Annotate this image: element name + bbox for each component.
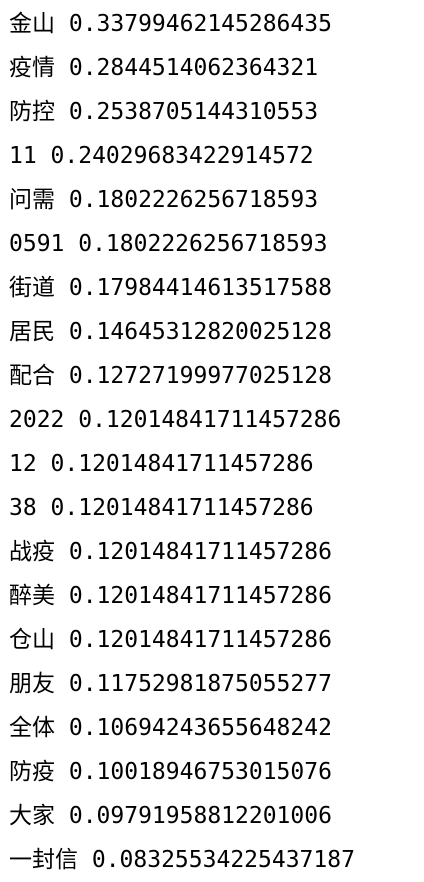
output-line: 0591 0.1802226256718593 [9,231,328,257]
output-line: 防疫 0.10018946753015076 [9,759,332,785]
output-line: 2022 0.12014841711457286 [9,407,342,433]
output-line: 大家 0.09791958812201006 [9,803,332,829]
output-line: 居民 0.14645312820025128 [9,319,332,345]
output-line: 战疫 0.12014841711457286 [9,539,332,565]
output-line: 配合 0.12727199977025128 [9,363,332,389]
output-line: 仓山 0.12014841711457286 [9,627,332,653]
output-line: 朋友 0.11752981875055277 [9,671,332,697]
output-line: 一封信 0.08325534225437187 [9,847,355,873]
output-line: 金山 0.3379946214528643​5 [9,11,332,37]
output-line: 疫情 0.2844514062364321 [9,55,319,81]
output-line: 11 0.24029683422914572 [9,143,314,169]
output-line: 12 0.12014841711457286 [9,451,314,477]
output-line: 全体 0.10694243655648242 [9,715,332,741]
output-line: 街道 0.17984414613517588 [9,275,332,301]
output-line: 防控 0.2538705144310553 [9,99,319,125]
text-output-panel: 金山 0.3379946214528643​5 疫情 0.28445140623… [0,0,424,882]
output-line: 醉美 0.12014841711457286 [9,583,332,609]
output-line: 38 0.12014841711457286 [9,495,314,521]
output-line: 问需 0.1802226256718593 [9,187,319,213]
